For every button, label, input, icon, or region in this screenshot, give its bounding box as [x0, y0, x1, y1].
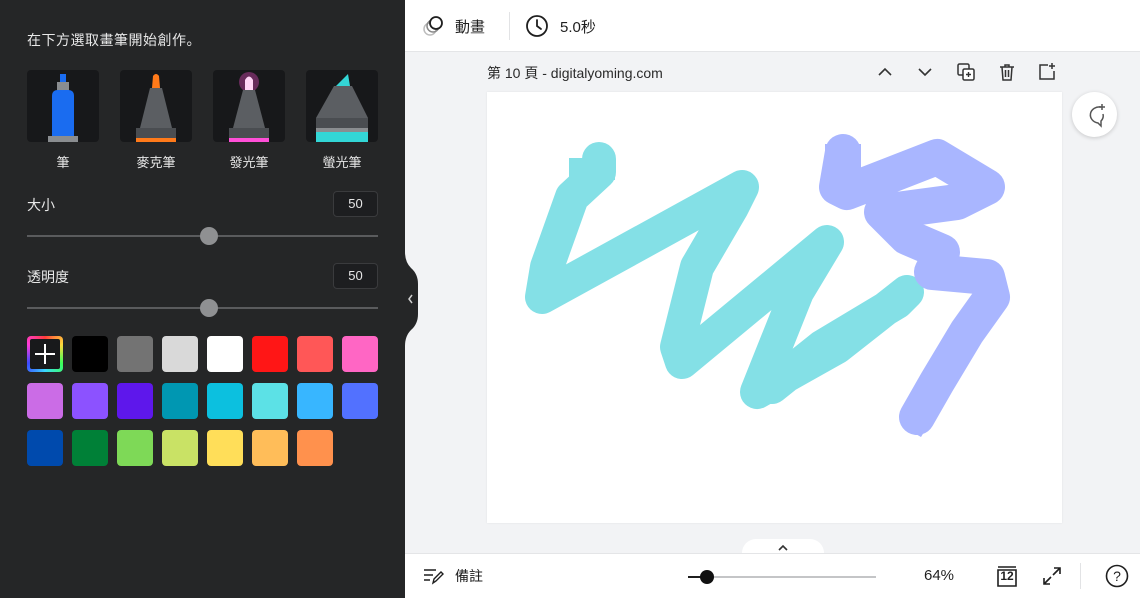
opacity-slider-thumb[interactable]	[199, 299, 218, 317]
size-label: 大小	[27, 198, 55, 214]
trash-icon	[1000, 64, 1014, 81]
duplicate-page-button[interactable]	[954, 60, 978, 84]
cyan-stroke-cap	[569, 158, 615, 180]
animate-icon	[423, 16, 443, 36]
tool-marker[interactable]: 麥克筆	[120, 70, 192, 171]
color-swatch[interactable]	[72, 336, 108, 372]
color-swatch[interactable]	[252, 383, 288, 419]
help-glyph: ?	[1113, 568, 1121, 584]
add-page-button[interactable]	[1035, 60, 1059, 84]
pen-icon	[48, 74, 78, 142]
color-swatch[interactable]	[72, 430, 108, 466]
size-slider-thumb[interactable]	[199, 227, 218, 245]
panel-hint: 在下方選取畫筆開始創作。	[27, 33, 201, 49]
color-swatch[interactable]	[117, 430, 153, 466]
chevron-up-icon	[878, 67, 892, 76]
top-toolbar: 動畫 5.0秒	[405, 0, 1140, 52]
color-swatch[interactable]	[252, 430, 288, 466]
color-swatch[interactable]	[207, 430, 243, 466]
highlighter-icon	[316, 74, 368, 142]
move-page-down-button[interactable]	[913, 60, 937, 84]
notes-label: 備註	[455, 569, 483, 585]
opacity-slider[interactable]	[27, 299, 378, 317]
marker-icon	[136, 74, 176, 142]
color-swatch[interactable]	[117, 336, 153, 372]
clock-icon	[526, 15, 548, 37]
opacity-label: 透明度	[27, 270, 69, 286]
color-swatch[interactable]	[117, 383, 153, 419]
color-swatch[interactable]	[162, 336, 198, 372]
add-comment-icon	[1089, 103, 1105, 128]
chevron-up-icon	[778, 544, 788, 551]
size-slider[interactable]	[27, 227, 378, 245]
add-color-button[interactable]	[27, 336, 63, 372]
page-count-button[interactable]: 12	[995, 564, 1019, 588]
animate-button[interactable]: 動畫	[421, 0, 485, 52]
notes-button[interactable]: 備註	[422, 565, 483, 587]
color-swatch[interactable]	[297, 430, 333, 466]
help-button[interactable]: ?	[1105, 564, 1129, 588]
plus-icon	[35, 344, 55, 364]
animate-label: 動畫	[455, 17, 486, 36]
color-swatch[interactable]	[207, 336, 243, 372]
color-swatch[interactable]	[27, 383, 63, 419]
color-swatch[interactable]	[72, 383, 108, 419]
color-swatch[interactable]	[297, 336, 333, 372]
tool-label: 麥克筆	[136, 156, 176, 171]
bottom-divider	[1080, 563, 1081, 589]
toolbar-divider	[509, 12, 510, 40]
delete-page-button[interactable]	[995, 60, 1019, 84]
tool-label: 筆	[56, 156, 70, 171]
fullscreen-button[interactable]	[1042, 566, 1062, 586]
color-swatch[interactable]	[297, 383, 333, 419]
color-swatch[interactable]	[207, 383, 243, 419]
draw-panel: 在下方選取畫筆開始創作。 筆 麥克筆 發光筆 螢光筆 大小 50 透明度 50	[0, 0, 418, 598]
tool-label: 螢光筆	[322, 156, 362, 171]
freehand-drawing	[525, 134, 1010, 437]
color-swatch[interactable]	[162, 430, 198, 466]
add-comment-button[interactable]	[1072, 92, 1117, 137]
add-page-icon	[1039, 63, 1055, 80]
size-value-input[interactable]: 50	[333, 191, 378, 217]
color-swatch[interactable]	[162, 383, 198, 419]
duration-button[interactable]: 5.0秒	[525, 0, 596, 52]
zoom-slider-thumb[interactable]	[699, 570, 714, 584]
fullscreen-icon	[1043, 567, 1061, 585]
page-title[interactable]: 第 10 頁 - digitalyoming.com	[487, 63, 663, 83]
color-swatch[interactable]	[252, 336, 288, 372]
duplicate-icon	[957, 63, 975, 81]
chevron-down-icon	[918, 68, 932, 77]
collapse-panel-button[interactable]	[405, 252, 418, 346]
notes-icon	[424, 569, 444, 585]
duration-label: 5.0秒	[560, 18, 596, 36]
tool-label: 發光筆	[229, 156, 269, 171]
color-swatch[interactable]	[342, 383, 378, 419]
periwinkle-stroke-cap	[825, 144, 861, 170]
opacity-value-input[interactable]: 50	[333, 263, 378, 289]
color-swatch[interactable]	[342, 336, 378, 372]
color-swatch[interactable]	[27, 430, 63, 466]
move-page-up-button[interactable]	[873, 60, 897, 84]
tool-pen[interactable]: 筆	[27, 70, 99, 171]
design-canvas[interactable]	[487, 92, 1062, 523]
help-icon: ?	[1105, 564, 1129, 588]
zoom-slider[interactable]	[688, 570, 876, 584]
tool-highlighter[interactable]: 螢光筆	[306, 70, 378, 171]
page-count: 12	[1000, 569, 1014, 583]
glow-pen-icon	[229, 72, 269, 142]
zoom-percent[interactable]: 64%	[924, 567, 954, 584]
tool-glow-pen[interactable]: 發光筆	[213, 70, 285, 171]
